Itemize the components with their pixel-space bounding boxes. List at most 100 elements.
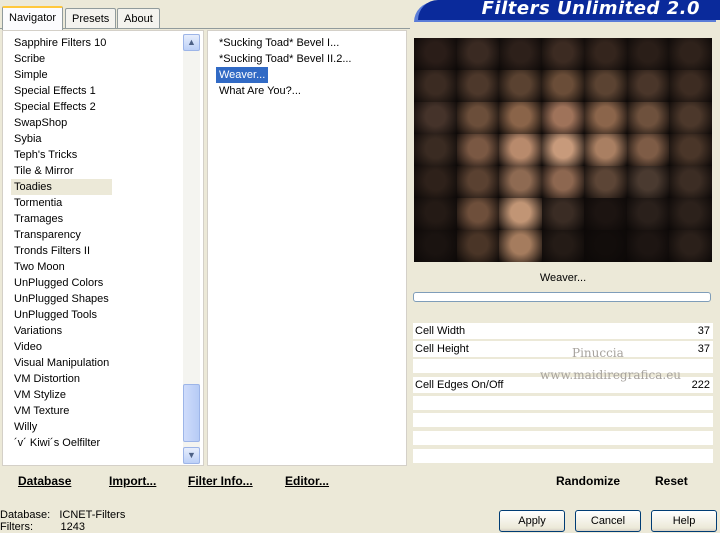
filter-item[interactable]: *Sucking Toad* Bevel II.2... xyxy=(216,51,355,67)
filter-item[interactable]: What Are You?... xyxy=(216,83,355,99)
reset-button[interactable]: Reset xyxy=(655,470,688,492)
preview-tile xyxy=(414,198,457,230)
category-item[interactable]: UnPlugged Shapes xyxy=(11,291,112,307)
category-item[interactable]: Scribe xyxy=(11,51,112,67)
filter-list: *Sucking Toad* Bevel I... *Sucking Toad* … xyxy=(216,35,355,99)
editor-button[interactable]: Editor... xyxy=(285,470,329,492)
preview-tile xyxy=(584,134,627,166)
tab-navigator[interactable]: Navigator xyxy=(2,6,64,30)
preview-tile xyxy=(541,38,585,70)
preview-tile xyxy=(584,198,627,230)
param-row-empty xyxy=(413,413,713,427)
preview-tile xyxy=(456,70,500,102)
preview-tile xyxy=(499,70,542,102)
status-filters-label: Filters: xyxy=(0,521,33,533)
param-label: Cell Width xyxy=(415,325,466,337)
preview-tile xyxy=(584,38,627,70)
preview-tile xyxy=(541,166,585,198)
category-item[interactable]: UnPlugged Colors xyxy=(11,275,112,291)
category-item[interactable]: ´v´ Kiwi´s Oelfilter xyxy=(11,435,112,451)
preview-tile xyxy=(456,230,500,262)
filter-info-label: Filter Info... xyxy=(188,474,253,488)
category-scrollbar[interactable]: ▲ ▼ xyxy=(183,34,200,464)
category-item[interactable]: Tronds Filters II xyxy=(11,243,112,259)
app-title: Filters Unlimited 2.0 xyxy=(481,0,700,19)
category-item[interactable]: Video xyxy=(11,339,112,355)
param-row-empty xyxy=(413,449,713,463)
preview-tile xyxy=(669,70,712,102)
category-item[interactable]: Willy xyxy=(11,419,112,435)
category-item[interactable]: Two Moon xyxy=(11,259,112,275)
category-item[interactable]: VM Stylize xyxy=(11,387,112,403)
param-row-empty xyxy=(413,396,713,410)
category-item[interactable]: VM Distortion xyxy=(11,371,112,387)
category-item[interactable]: Visual Manipulation xyxy=(11,355,112,371)
status-database-label: Database: xyxy=(0,509,51,521)
preview-tile xyxy=(541,230,585,262)
category-item[interactable]: Special Effects 1 xyxy=(11,83,112,99)
category-item[interactable]: Tramages xyxy=(11,211,112,227)
filter-info-button[interactable]: Filter Info... xyxy=(188,470,253,492)
preview-tile xyxy=(499,166,542,198)
preview-tile xyxy=(456,134,500,166)
scrollbar-thumb[interactable] xyxy=(183,384,200,442)
param-row-cell-height[interactable]: Cell Height 37 xyxy=(413,341,713,357)
tab-presets[interactable]: Presets xyxy=(65,8,117,28)
category-item[interactable]: Toadies xyxy=(11,179,113,195)
preview-tile xyxy=(541,134,585,166)
preview-tile xyxy=(541,198,585,230)
category-item[interactable]: Sybia xyxy=(11,131,112,147)
scroll-down-arrow-icon[interactable]: ▼ xyxy=(183,447,200,464)
progress-bar xyxy=(413,292,711,302)
preview-tile xyxy=(626,166,670,198)
preview-tile xyxy=(541,102,585,134)
preview-tile xyxy=(669,102,712,134)
database-button[interactable]: Database xyxy=(18,470,71,492)
preview-tile xyxy=(499,102,542,134)
status-filters-value: 1243 xyxy=(60,521,85,533)
param-label: Cell Height xyxy=(415,343,469,355)
import-button[interactable]: Import... xyxy=(109,470,156,492)
preview-tile xyxy=(669,134,712,166)
category-item[interactable]: Special Effects 2 xyxy=(11,99,112,115)
category-item[interactable]: Transparency xyxy=(11,227,112,243)
tab-about[interactable]: About xyxy=(117,8,160,28)
randomize-button[interactable]: Randomize xyxy=(556,470,620,492)
category-item[interactable]: Sapphire Filters 10 xyxy=(11,35,112,51)
editor-label: Editor... xyxy=(285,474,330,488)
param-value: 222 xyxy=(691,379,710,391)
param-label: Cell Edges On/Off xyxy=(415,379,504,391)
preview-tile xyxy=(669,230,712,262)
preview-tile xyxy=(414,230,457,262)
preview-tile xyxy=(669,38,712,70)
preview-tile xyxy=(626,230,670,262)
category-list-panel: Sapphire Filters 10 Scribe Simple Special E… xyxy=(2,30,204,466)
param-value: 37 xyxy=(697,325,710,337)
filter-item[interactable]: Weaver... xyxy=(216,67,269,83)
category-list: Sapphire Filters 10 Scribe Simple Special E… xyxy=(11,35,113,451)
scroll-up-arrow-icon[interactable]: ▲ xyxy=(183,34,200,51)
category-item[interactable]: Simple xyxy=(11,67,112,83)
preview-tile xyxy=(669,166,712,198)
category-item[interactable]: VM Texture xyxy=(11,403,112,419)
category-item[interactable]: Teph's Tricks xyxy=(11,147,112,163)
category-item[interactable]: SwapShop xyxy=(11,115,112,131)
category-item[interactable]: UnPlugged Tools xyxy=(11,307,112,323)
preview-tile xyxy=(456,102,500,134)
watermark-name: Pinuccia xyxy=(572,346,624,360)
preview-tile xyxy=(414,70,457,102)
preview-tile xyxy=(499,134,542,166)
category-item[interactable]: Tile & Mirror xyxy=(11,163,112,179)
filter-item[interactable]: *Sucking Toad* Bevel I... xyxy=(216,35,355,51)
preview-tile xyxy=(414,38,457,70)
param-row-cell-width[interactable]: Cell Width 37 xyxy=(413,323,713,339)
status-database-value: ICNET-Filters xyxy=(59,509,126,521)
preview-tile xyxy=(584,166,627,198)
category-item[interactable]: Tormentia xyxy=(11,195,112,211)
preview-tile xyxy=(499,198,542,230)
preview-tile xyxy=(626,134,670,166)
preview-tile xyxy=(499,38,542,70)
category-item[interactable]: Variations xyxy=(11,323,112,339)
import-label: Import... xyxy=(109,474,157,488)
preview-tile xyxy=(626,38,670,70)
